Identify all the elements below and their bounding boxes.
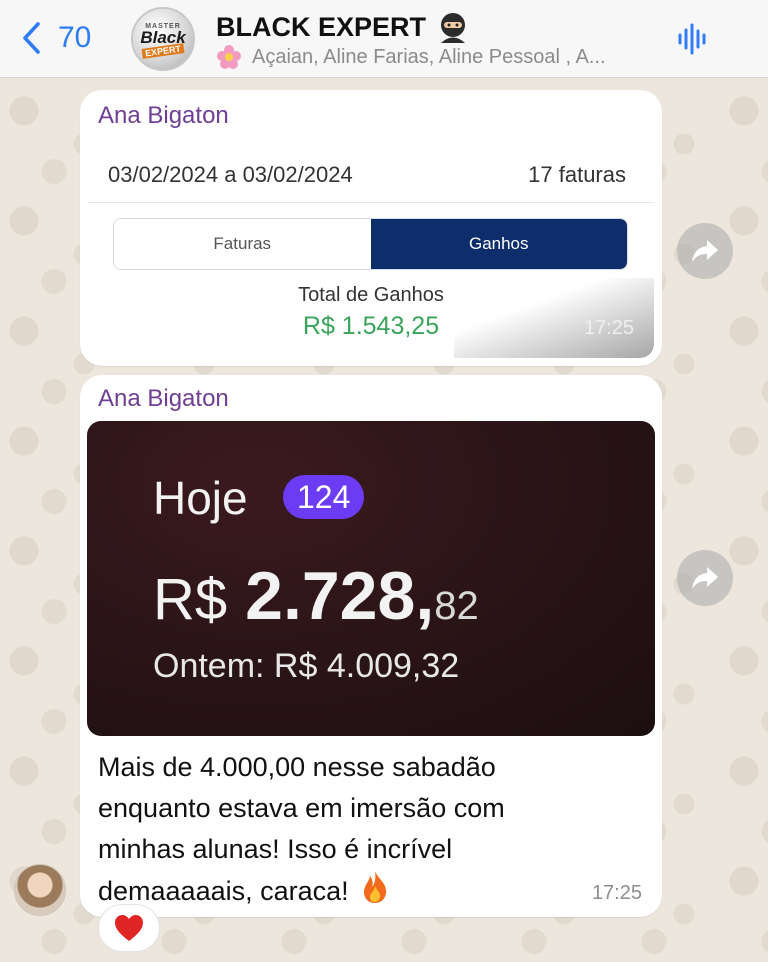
today-amount: R$ 2.728,82 xyxy=(153,557,479,635)
forward-button[interactable] xyxy=(677,223,733,279)
tab-faturas: Faturas xyxy=(114,219,371,269)
earnings-card-image[interactable]: 03/02/2024 a 03/02/2024 17 faturas Fatur… xyxy=(88,140,654,358)
segmented-control: Faturas Ganhos xyxy=(113,218,628,270)
heart-icon xyxy=(115,915,143,941)
today-label: Hoje xyxy=(153,472,248,524)
message-line: demaaaaais, caraca! xyxy=(98,876,349,906)
message-time: 17:25 xyxy=(583,317,634,339)
group-name: BLACK EXPERT xyxy=(216,11,427,42)
sales-screenshot-image[interactable]: Hoje 124 R$ 2.728,82 Ontem: R$ 4.009,32 xyxy=(87,421,655,736)
amount-integer: 2.728, xyxy=(245,558,435,634)
forward-button[interactable] xyxy=(677,550,733,606)
tab-ganhos: Ganhos xyxy=(370,219,627,269)
message-text: Mais de 4.000,00 nesse sabadão enquanto … xyxy=(98,747,618,912)
reaction-badge[interactable] xyxy=(98,904,160,952)
invoice-count: 17 faturas xyxy=(528,162,626,187)
message-line: minhas alunas! Isso é incrível xyxy=(98,834,453,864)
today-count-badge: 124 xyxy=(283,475,365,519)
unread-count: 70 xyxy=(58,21,92,54)
chat-header: 70 MASTER Black EXPERT BLACK EXPERT Açai… xyxy=(0,0,768,78)
message-time: 17:25 xyxy=(591,882,642,904)
yesterday-amount: Ontem: R$ 4.009,32 xyxy=(153,647,460,685)
fire-emoji-icon xyxy=(364,871,387,903)
message-line: enquanto estava em imersão com xyxy=(98,793,505,823)
message-bubble[interactable]: Ana Bigaton Hoje 124 R$ 2.728,82 Ontem: R… xyxy=(80,375,662,917)
flower-emoji-icon xyxy=(217,45,241,69)
ninja-emoji-icon xyxy=(441,13,466,43)
sender-name[interactable]: Ana Bigaton xyxy=(98,102,229,130)
divider xyxy=(88,202,654,203)
chevron-left-icon xyxy=(23,22,40,54)
message-bubble[interactable]: Ana Bigaton 03/02/2024 a 03/02/2024 17 f… xyxy=(80,90,662,366)
amount-cents: 82 xyxy=(434,584,479,628)
forward-arrow-icon xyxy=(692,567,718,589)
message-line-last: demaaaaais, caraca! xyxy=(98,870,618,912)
sender-avatar[interactable] xyxy=(14,864,66,916)
date-range: 03/02/2024 a 03/02/2024 xyxy=(108,162,353,187)
message-line: Mais de 4.000,00 nesse sabadão xyxy=(98,752,496,782)
forward-arrow-icon xyxy=(692,240,718,262)
back-button[interactable]: 70 xyxy=(20,18,91,58)
group-title[interactable]: BLACK EXPERT xyxy=(216,10,470,44)
members-list: Açaian, Aline Farias, Aline Pessoal , A.… xyxy=(252,45,606,68)
group-avatar[interactable]: MASTER Black EXPERT xyxy=(131,7,195,71)
group-members[interactable]: Açaian, Aline Farias, Aline Pessoal , A.… xyxy=(216,44,656,70)
currency-symbol: R$ xyxy=(153,567,228,632)
sender-name[interactable]: Ana Bigaton xyxy=(98,385,229,413)
audio-call-icon[interactable] xyxy=(677,22,709,56)
